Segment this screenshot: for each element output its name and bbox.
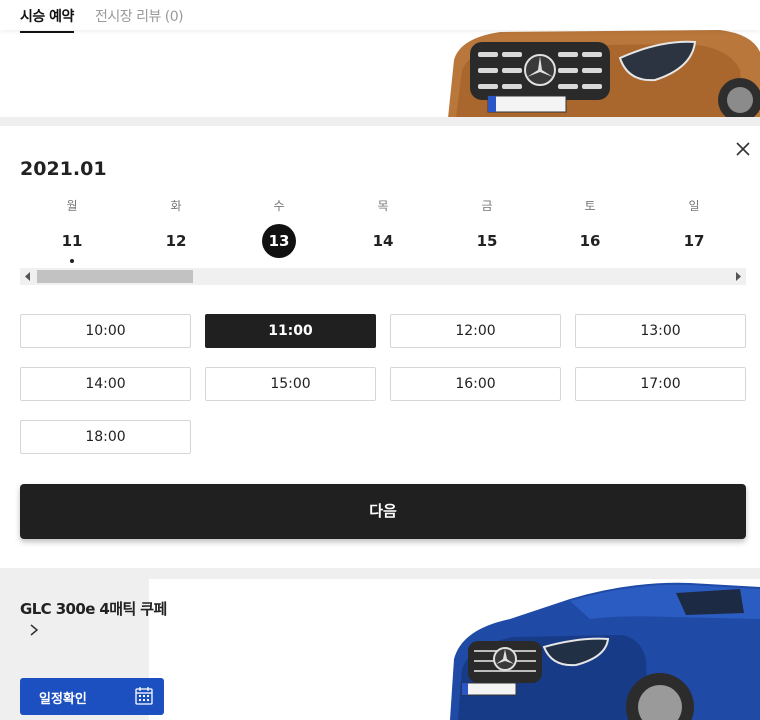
date-item[interactable]: 월 11 xyxy=(20,198,124,263)
date-item[interactable]: 일 17 xyxy=(642,198,746,258)
date-number: 12 xyxy=(165,232,187,250)
calendar-icon xyxy=(135,687,153,705)
date-item[interactable]: 금 15 xyxy=(435,198,539,258)
tab-showroom-review[interactable]: 전시장 리뷰 (0) xyxy=(95,6,184,26)
chevron-right-icon[interactable] xyxy=(27,623,41,637)
weekday-label: 토 xyxy=(584,199,596,213)
weekday-label: 수 xyxy=(273,199,285,213)
weekday-label: 목 xyxy=(377,199,389,213)
date-number: 13 xyxy=(262,224,296,258)
weekday-label: 일 xyxy=(688,199,700,213)
weekday-label: 화 xyxy=(170,199,182,213)
weekday-label: 금 xyxy=(481,199,493,213)
date-item-selected[interactable]: 수 13 xyxy=(227,198,331,258)
date-number: 15 xyxy=(476,232,498,250)
time-slot[interactable]: 15:00 xyxy=(205,367,376,401)
time-slot[interactable]: 10:00 xyxy=(20,314,191,348)
date-number: 17 xyxy=(683,232,705,250)
date-item[interactable]: 화 12 xyxy=(124,198,228,258)
tab-bar: 시승 예약 전시장 리뷰 (0) xyxy=(0,0,760,33)
date-number: 16 xyxy=(579,232,601,250)
date-number: 14 xyxy=(372,232,394,250)
model-card: GLC 300e 4매틱 쿠페 일정확인 xyxy=(0,568,760,720)
time-slot[interactable]: 16:00 xyxy=(390,367,561,401)
car-front-image xyxy=(440,30,760,118)
scroll-right-icon[interactable] xyxy=(734,272,742,281)
car-suv-image xyxy=(450,582,760,720)
section-divider xyxy=(0,117,760,126)
date-item[interactable]: 목 14 xyxy=(331,198,435,258)
close-icon[interactable] xyxy=(734,140,752,158)
model-name: GLC 300e 4매틱 쿠페 xyxy=(20,600,167,618)
schedule-check-button[interactable]: 일정확인 xyxy=(20,678,164,715)
date-number: 11 xyxy=(61,232,83,250)
time-slot[interactable]: 12:00 xyxy=(390,314,561,348)
scrollbar-thumb[interactable] xyxy=(37,270,193,283)
time-slot[interactable]: 17:00 xyxy=(575,367,746,401)
date-scrollbar[interactable] xyxy=(20,268,746,285)
date-item[interactable]: 토 16 xyxy=(538,198,642,258)
month-label: 2021.01 xyxy=(20,158,107,180)
time-slot[interactable]: 13:00 xyxy=(575,314,746,348)
scroll-left-icon[interactable] xyxy=(24,272,32,281)
schedule-check-label: 일정확인 xyxy=(39,692,87,707)
time-slot[interactable]: 18:00 xyxy=(20,420,191,454)
top-car-banner xyxy=(0,30,760,118)
weekday-label: 월 xyxy=(66,199,78,213)
next-button[interactable]: 다음 xyxy=(20,484,746,539)
time-slot[interactable]: 14:00 xyxy=(20,367,191,401)
time-slot-selected[interactable]: 11:00 xyxy=(205,314,376,348)
booking-panel: 2021.01 월 11 화 12 수 13 목 14 금 15 토 16 일 … xyxy=(0,126,760,568)
tab-test-drive[interactable]: 시승 예약 xyxy=(20,6,74,33)
date-selector: 월 11 화 12 수 13 목 14 금 15 토 16 일 17 xyxy=(20,198,746,263)
availability-dot xyxy=(70,259,74,263)
